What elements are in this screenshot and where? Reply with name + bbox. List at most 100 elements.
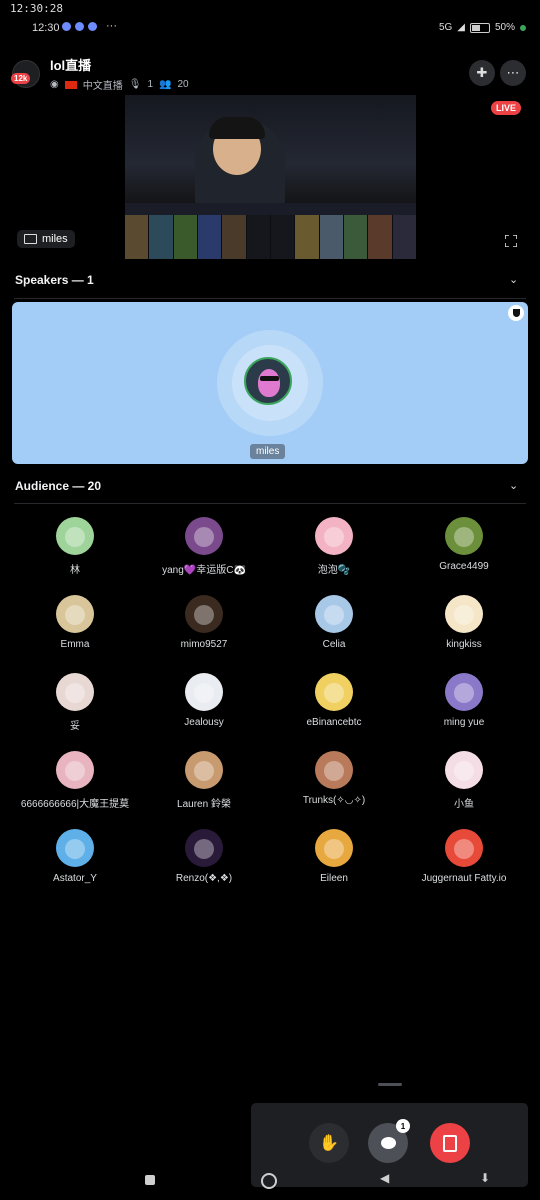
avatar-face xyxy=(65,527,85,547)
audience-member[interactable]: Emma xyxy=(15,595,135,650)
audience-member[interactable]: Eileen xyxy=(274,829,394,884)
streamer-tag[interactable]: miles xyxy=(17,230,75,248)
avatar-glasses xyxy=(260,376,279,381)
audience-member[interactable]: 林 xyxy=(15,517,135,576)
privacy-indicator xyxy=(520,24,526,31)
member-name: Jealousy xyxy=(184,717,224,728)
nav-home-button[interactable] xyxy=(261,1173,277,1189)
chevron-down-icon[interactable]: ⌄ xyxy=(509,273,518,286)
battery-icon xyxy=(469,22,490,33)
avatar[interactable] xyxy=(56,829,94,867)
avatar-face xyxy=(324,605,344,625)
champion-portrait xyxy=(173,215,197,259)
audience-member[interactable]: Jealousy xyxy=(144,673,264,728)
nav-recents-button[interactable] xyxy=(145,1175,155,1185)
wifi-icon: ◢ xyxy=(457,22,465,33)
hand-icon: ✋ xyxy=(319,1135,339,1152)
signal-icon: 5G xyxy=(438,22,453,33)
audience-member[interactable]: 小鱼 xyxy=(404,751,524,810)
divider xyxy=(14,503,526,504)
audience-member[interactable]: 泡泡🫧 xyxy=(274,517,394,576)
audience-member[interactable]: Astator_Y xyxy=(15,829,135,884)
dots-icon: ⋯ xyxy=(506,65,520,80)
member-name: 6666666666|大魔王提莫 xyxy=(20,799,130,810)
channel-title: lol直播 xyxy=(50,58,92,73)
audience-member[interactable]: yang💜幸运版C🐼 xyxy=(144,517,264,576)
avatar-face xyxy=(454,605,474,625)
nav-download-icon[interactable]: ⬇ xyxy=(480,1171,490,1185)
avatar[interactable] xyxy=(185,829,223,867)
avatar[interactable] xyxy=(185,595,223,633)
chat-button[interactable]: 1 xyxy=(368,1119,410,1163)
status-bar: 12:30:28 12:30 ··· 5G ◢ 50% xyxy=(0,0,540,40)
fullscreen-icon[interactable] xyxy=(505,235,517,247)
avatar[interactable] xyxy=(56,673,94,711)
telegram-icon xyxy=(62,22,71,31)
more-options-button[interactable]: ⋯ xyxy=(500,60,526,86)
avatar[interactable] xyxy=(56,595,94,633)
raise-hand-button[interactable]: ✋ xyxy=(309,1123,349,1163)
audience-member[interactable]: Juggernaut Fatty.io xyxy=(404,829,524,884)
audience-member[interactable]: eBinancebtc xyxy=(274,673,394,728)
avatar[interactable] xyxy=(315,517,353,555)
server-icon[interactable]: 12k xyxy=(11,60,40,88)
audience-member[interactable]: Lauren 鈴榮 xyxy=(144,751,264,810)
server-badge: 12k xyxy=(11,73,31,84)
audience-member[interactable]: mimo9527 xyxy=(144,595,264,650)
champion-row xyxy=(125,215,416,259)
speakers-count: 1 xyxy=(147,79,153,90)
member-name: 泡泡🫧 xyxy=(317,565,351,576)
member-name: 小鱼 xyxy=(454,799,474,810)
audience-member[interactable]: ming yue xyxy=(404,673,524,728)
audience-member[interactable]: 妥 xyxy=(15,673,135,732)
avatar-face xyxy=(454,761,474,781)
audience-member[interactable]: Celia xyxy=(274,595,394,650)
chevron-down-icon[interactable]: ⌄ xyxy=(509,479,518,492)
avatar-face xyxy=(65,839,85,859)
nav-back-button[interactable]: ◀ xyxy=(380,1171,389,1185)
avatar[interactable] xyxy=(56,751,94,789)
clock: 12:30 xyxy=(32,22,60,34)
avatar[interactable] xyxy=(445,829,483,867)
avatar[interactable] xyxy=(445,673,483,711)
notification-icons xyxy=(62,22,97,31)
shield-icon[interactable] xyxy=(508,305,524,321)
member-name: Lauren 鈴榮 xyxy=(177,799,231,810)
speaker-name: miles xyxy=(250,444,286,459)
stream-video[interactable] xyxy=(125,95,416,259)
drag-handle[interactable] xyxy=(378,1083,402,1086)
stream-player-hair xyxy=(209,117,265,139)
avatar-face xyxy=(65,761,85,781)
avatar[interactable] xyxy=(315,829,353,867)
champion-portrait xyxy=(392,215,416,259)
member-name: Juggernaut Fatty.io xyxy=(421,873,507,884)
avatar[interactable] xyxy=(445,595,483,633)
avatar-face xyxy=(324,839,344,859)
audience-member[interactable]: kingkiss xyxy=(404,595,524,650)
audience-member[interactable]: Trunks(✧◡✧) xyxy=(274,751,394,806)
leave-stage-button[interactable] xyxy=(430,1123,470,1163)
avatar[interactable] xyxy=(185,673,223,711)
speaker-card[interactable]: miles xyxy=(12,302,528,464)
streamer-name: miles xyxy=(42,233,68,245)
avatar-face xyxy=(454,527,474,547)
people-icon: 👥 xyxy=(159,79,172,90)
avatar[interactable] xyxy=(185,517,223,555)
avatar[interactable] xyxy=(56,517,94,555)
avatar[interactable] xyxy=(445,751,483,789)
avatar[interactable] xyxy=(185,751,223,789)
audience-member[interactable]: 6666666666|大魔王提莫 xyxy=(15,751,135,810)
champion-portrait xyxy=(343,215,368,259)
avatar[interactable] xyxy=(315,595,353,633)
speaker-avatar[interactable] xyxy=(244,357,292,405)
audience-member[interactable]: Renzo(❖,❖) xyxy=(144,829,264,884)
member-name: mimo9527 xyxy=(180,639,228,650)
battery-level: 50% xyxy=(494,22,515,33)
avatar[interactable] xyxy=(445,517,483,555)
invite-button[interactable]: ✚ xyxy=(469,60,495,86)
avatar[interactable] xyxy=(315,751,353,789)
avatar[interactable] xyxy=(315,673,353,711)
audience-member[interactable]: Grace4499 xyxy=(404,517,524,572)
stage-icon: ◉ xyxy=(50,79,59,90)
more-notifications: ··· xyxy=(106,20,117,32)
